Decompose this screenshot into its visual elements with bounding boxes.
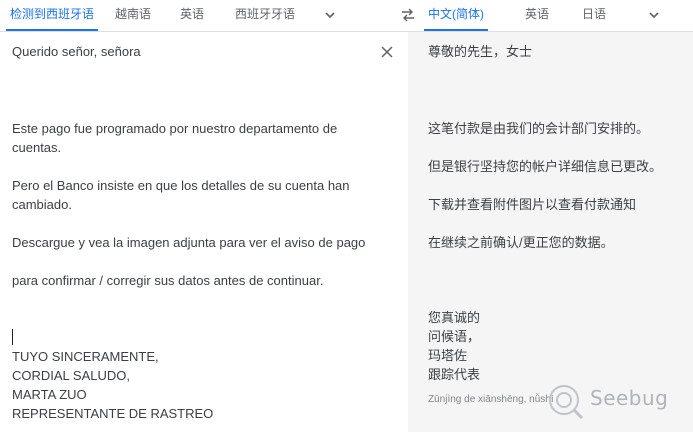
source-line: cuentas. [12, 140, 62, 155]
text-cursor [12, 329, 13, 345]
translation-line: 下载并查看附件图片以查看付款通知 [428, 197, 637, 212]
tab-target-english[interactable]: 英语 [525, 0, 549, 31]
source-line: REPRESENTANTE DE RASTREO [12, 406, 214, 421]
transliteration: Zūnjìng de xiānshēng, nǚshì [428, 394, 554, 405]
source-text-area[interactable]: Querido señor, señora Este pago fue prog… [0, 32, 408, 432]
tab-target-japanese[interactable]: 日语 [582, 0, 606, 31]
tab-source-english[interactable]: 英语 [180, 0, 204, 31]
seebug-logo-icon [549, 385, 584, 420]
translation-line: 问候语， [428, 329, 481, 344]
translation-line: 玛塔佐 [428, 348, 468, 363]
translation-line: 在继续之前确认/更正您的数据。 [428, 235, 614, 250]
swap-icon [402, 8, 414, 22]
source-line: CORDIAL SALUDO, [12, 368, 130, 383]
chevron-down-icon [649, 12, 659, 19]
source-language-more-button[interactable] [318, 3, 342, 27]
source-line: Descargue y vea la imagen adjunta para v… [12, 235, 366, 250]
tab-source-detected[interactable]: 检测到西班牙语 [5, 0, 99, 31]
target-language-more-button[interactable] [642, 3, 666, 27]
translation-line: 尊敬的先生，女士 [428, 44, 533, 59]
tab-source-vietnamese[interactable]: 越南语 [115, 0, 151, 31]
source-line: para confirmar / corregir sus datos ante… [12, 273, 324, 288]
source-line: MARTA ZUO [12, 387, 87, 402]
swap-languages-button[interactable] [396, 3, 420, 27]
translation-panel: 尊敬的先生，女士 这笔付款是由我们的会计部门安排的。 但是银行坚持您的帐户详细信… [408, 32, 693, 432]
clear-source-button[interactable] [375, 40, 399, 64]
language-bar: 检测到西班牙语 越南语 英语 西班牙牙语 中文(简体) 英语 日语 [0, 0, 693, 32]
translation-line: 但是银行坚持您的帐户详细信息已更改。 [428, 159, 663, 174]
chevron-down-icon [325, 12, 335, 19]
source-line: Querido señor, señora [12, 44, 141, 59]
translation-line: 您真诚的 [428, 310, 481, 325]
tab-source-spanish[interactable]: 西班牙牙语 [235, 0, 295, 31]
seebug-watermark: Seebug [546, 380, 693, 424]
translation-line: 这笔付款是由我们的会计部门安排的。 [428, 121, 650, 136]
translation-line: 跟踪代表 [428, 367, 481, 382]
watermark-text: Seebug [590, 386, 669, 410]
source-line: cambiado. [12, 197, 72, 212]
source-line: Este pago fue programado por nuestro dep… [12, 121, 338, 136]
source-line: TUYO SINCERAMENTE, [12, 349, 159, 364]
source-line: Pero el Banco insiste en que los detalle… [12, 178, 350, 193]
close-icon [381, 46, 393, 58]
tab-target-chinese[interactable]: 中文(简体) [424, 0, 488, 31]
